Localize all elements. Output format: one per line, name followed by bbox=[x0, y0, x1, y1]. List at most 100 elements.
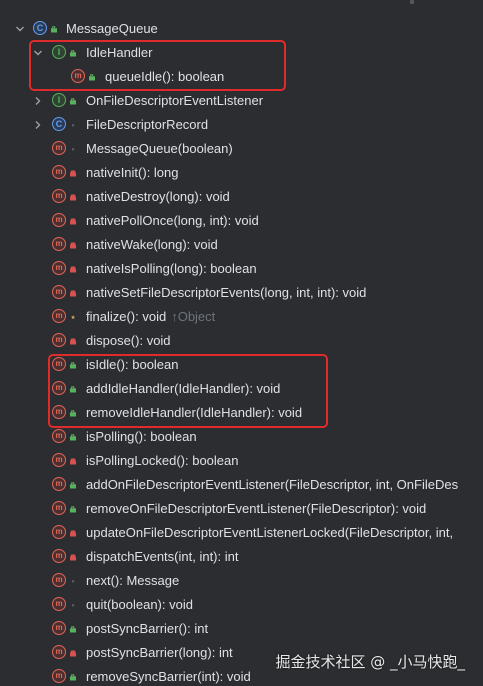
tree-item[interactable]: I OnFileDescriptorEventListener bbox=[0, 89, 483, 113]
method-icon: m bbox=[52, 429, 66, 443]
member-signature: nativeDestroy(long): void bbox=[86, 189, 230, 204]
structure-tree: C MessageQueue I IdleHandler m queueIdle():… bbox=[0, 0, 483, 686]
member-signature: nativePollOnce(long, int): void bbox=[86, 213, 259, 228]
interface-icon: I bbox=[52, 45, 66, 59]
tree-item[interactable]: C ◦ FileDescriptorRecord bbox=[0, 113, 483, 137]
class-icon: C bbox=[52, 117, 66, 131]
public-modifier-icon bbox=[69, 432, 77, 442]
tree-item-label: nativePollOnce(long, int): void bbox=[86, 209, 259, 233]
tree-item[interactable]: m addOnFileDescriptorEventListener(FileDe… bbox=[0, 473, 483, 497]
tree-item[interactable]: m ◦ quit(boolean): void bbox=[0, 593, 483, 617]
tree-item-label: dispatchEvents(int, int): int bbox=[86, 545, 238, 569]
member-signature: isIdle(): boolean bbox=[86, 357, 179, 372]
watermark-text: 掘金技术社区 @ _小马快跑_ bbox=[275, 653, 465, 671]
method-icon: m bbox=[52, 237, 66, 251]
chevron-right-icon[interactable] bbox=[32, 89, 44, 113]
method-icon: m bbox=[52, 381, 66, 395]
tree-item[interactable]: m queueIdle(): boolean bbox=[0, 65, 483, 89]
method-icon: m bbox=[52, 477, 66, 491]
tree-item[interactable]: m nativeWake(long): void bbox=[0, 233, 483, 257]
member-signature: updateOnFileDescriptorEventListenerLocke… bbox=[86, 525, 454, 540]
method-icon: m bbox=[52, 141, 66, 155]
member-signature: removeOnFileDescriptorEventListener(File… bbox=[86, 501, 427, 516]
tree-item[interactable]: m removeOnFileDescriptorEventListener(Fil… bbox=[0, 497, 483, 521]
tree-item[interactable]: m dispose(): void bbox=[0, 329, 483, 353]
public-modifier-icon bbox=[69, 384, 77, 394]
tree-item-label: addIdleHandler(IdleHandler): void bbox=[86, 377, 280, 401]
tree-item[interactable]: m dispatchEvents(int, int): int bbox=[0, 545, 483, 569]
tree-item[interactable]: m ◦ next(): Message bbox=[0, 569, 483, 593]
chevron-right-icon[interactable] bbox=[32, 113, 44, 137]
private-modifier-icon bbox=[69, 216, 77, 226]
tree-root-label: MessageQueue bbox=[66, 21, 158, 36]
tree-item-label: queueIdle(): boolean bbox=[105, 65, 224, 89]
tree-item[interactable]: m isIdle(): boolean bbox=[0, 353, 483, 377]
tree-item[interactable]: m isPollingLocked(): boolean bbox=[0, 449, 483, 473]
member-signature: next(): Message bbox=[86, 573, 180, 588]
method-icon: m bbox=[52, 285, 66, 299]
member-signature: addIdleHandler(IdleHandler): void bbox=[86, 381, 281, 396]
tree-item[interactable]: I IdleHandler bbox=[0, 41, 483, 65]
tree-item-label: nativeSetFileDescriptorEvents(long, int,… bbox=[86, 281, 366, 305]
method-icon: m bbox=[52, 501, 66, 515]
method-icon: m bbox=[52, 525, 66, 539]
private-modifier-icon bbox=[69, 528, 77, 538]
tree-item[interactable]: m ◦ MessageQueue(boolean) bbox=[0, 137, 483, 161]
public-modifier-icon bbox=[69, 672, 77, 682]
method-icon: m bbox=[52, 405, 66, 419]
tree-item-label: removeIdleHandler(IdleHandler): void bbox=[86, 401, 302, 425]
tree-item[interactable]: m postSyncBarrier(): int bbox=[0, 617, 483, 641]
tree-item[interactable]: m removeIdleHandler(IdleHandler): void bbox=[0, 401, 483, 425]
class-icon: C bbox=[33, 21, 47, 35]
member-signature: dispatchEvents(int, int): int bbox=[86, 549, 239, 564]
private-modifier-icon bbox=[69, 456, 77, 466]
corner-marker bbox=[410, 0, 414, 4]
tree-item-label: removeSyncBarrier(int): void bbox=[86, 665, 251, 686]
public-modifier-icon bbox=[50, 24, 58, 34]
tree-item-label: postSyncBarrier(long): int bbox=[86, 641, 233, 665]
tree-item-label: addOnFileDescriptorEventListener(FileDes… bbox=[86, 473, 458, 497]
private-modifier-icon bbox=[69, 264, 77, 274]
tree-item[interactable]: m nativeIsPolling(long): boolean bbox=[0, 257, 483, 281]
tree-item[interactable]: m addIdleHandler(IdleHandler): void bbox=[0, 377, 483, 401]
package-modifier-icon: ◦ bbox=[71, 575, 75, 586]
chevron-down-icon[interactable] bbox=[32, 41, 44, 65]
tree-item[interactable]: m updateOnFileDescriptorEventListenerLock… bbox=[0, 521, 483, 545]
tree-item[interactable]: m ⭑ finalize(): void ↑Object bbox=[0, 305, 483, 329]
tree-item-label: finalize(): void ↑Object bbox=[86, 305, 215, 329]
protected-modifier-icon: ⭑ bbox=[70, 311, 76, 322]
member-signature: isPollingLocked(): boolean bbox=[86, 453, 239, 468]
tree-item[interactable]: m nativeSetFileDescriptorEvents(long, int… bbox=[0, 281, 483, 305]
public-modifier-icon bbox=[69, 504, 77, 514]
interface-icon: I bbox=[52, 93, 66, 107]
tree-item-label: removeOnFileDescriptorEventListener(File… bbox=[86, 497, 426, 521]
public-modifier-icon bbox=[69, 408, 77, 418]
member-signature: isPolling(): boolean bbox=[86, 429, 197, 444]
method-icon: m bbox=[52, 189, 66, 203]
tree-item-label: MessageQueue(boolean) bbox=[86, 137, 233, 161]
member-signature: nativeIsPolling(long): boolean bbox=[86, 261, 257, 276]
method-icon: m bbox=[71, 69, 85, 83]
member-signature: queueIdle(): boolean bbox=[105, 69, 225, 84]
tree-item-label: nativeDestroy(long): void bbox=[86, 185, 230, 209]
public-modifier-icon bbox=[69, 48, 77, 58]
chevron-down-icon[interactable] bbox=[14, 17, 26, 41]
method-icon: m bbox=[52, 573, 66, 587]
public-modifier-icon bbox=[69, 624, 77, 634]
private-modifier-icon bbox=[69, 552, 77, 562]
tree-item[interactable]: m isPolling(): boolean bbox=[0, 425, 483, 449]
method-icon: m bbox=[52, 309, 66, 323]
method-icon: m bbox=[52, 165, 66, 179]
tree-item[interactable]: m nativeInit(): long bbox=[0, 161, 483, 185]
member-signature: removeSyncBarrier(int): void bbox=[86, 669, 251, 684]
method-icon: m bbox=[52, 213, 66, 227]
method-icon: m bbox=[52, 453, 66, 467]
tree-item[interactable]: m nativePollOnce(long, int): void bbox=[0, 209, 483, 233]
inherited-from-label: ↑Object bbox=[171, 309, 216, 324]
member-signature: quit(boolean): void bbox=[86, 597, 193, 612]
private-modifier-icon bbox=[69, 336, 77, 346]
tree-root-row[interactable]: C MessageQueue bbox=[0, 17, 483, 41]
tree-item[interactable]: m nativeDestroy(long): void bbox=[0, 185, 483, 209]
member-signature: MessageQueue(boolean) bbox=[86, 141, 233, 156]
tree-item-label: nativeInit(): long bbox=[86, 161, 179, 185]
